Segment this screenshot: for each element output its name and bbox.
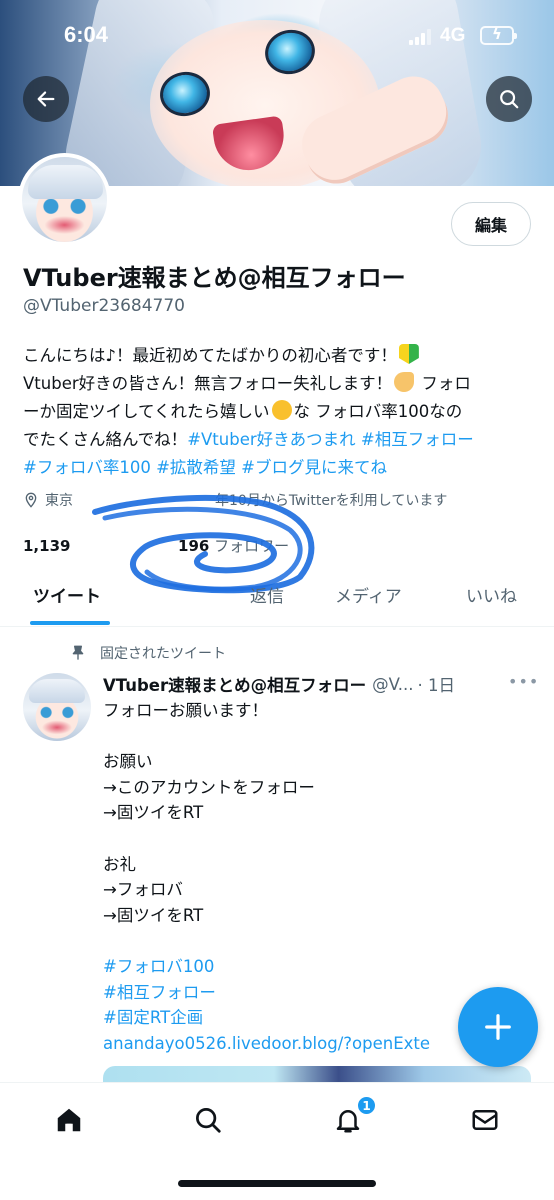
battery-charging-icon [480, 26, 517, 45]
tweet-line [103, 724, 533, 750]
nav-messages[interactable] [468, 1103, 502, 1137]
home-icon [57, 1108, 81, 1132]
tweet-time: · 1日 [417, 676, 456, 695]
pin-icon [72, 645, 84, 660]
bio-line-5: #フォロバ率100 #拡散希望 #ブログ見に来てね [23, 454, 533, 482]
location-pin-icon [25, 492, 37, 508]
tab-likes[interactable]: いいね [466, 582, 517, 607]
active-tab-indicator [30, 621, 110, 625]
tweet-line [103, 826, 533, 852]
tweet-line: →固ツイをRT [103, 803, 204, 823]
profile-handle: @VTuber23684770 [23, 296, 185, 316]
pointing-hand-icon [394, 372, 415, 392]
nav-home[interactable] [52, 1103, 86, 1137]
search-button[interactable] [486, 76, 532, 122]
tweet-author-avatar[interactable] [23, 673, 91, 741]
bio-line-3: ーか固定ツイしてくれたら嬉しいな フォロバ率100なの [23, 400, 463, 421]
tweet-line: お願い [103, 752, 153, 772]
tweet-hashtag[interactable]: #フォロバ100 [103, 954, 533, 980]
notification-badge: 1 [356, 1095, 377, 1116]
network-type: 4G [440, 25, 466, 46]
laughing-face-icon [271, 400, 292, 420]
beginner-mark-icon [398, 344, 419, 364]
tweet-author-name[interactable]: VTuber速報まとめ@相互フォロー [103, 672, 366, 696]
bio-line-1: こんにちは♪！最近初めてたばかりの初心者です！ [23, 342, 533, 370]
tweet-line [103, 928, 533, 954]
hashtag-link[interactable]: #ブログ見に来てね [241, 458, 387, 477]
tab-media[interactable]: メディア [335, 582, 402, 607]
back-button[interactable] [23, 76, 69, 122]
tab-replies[interactable]: 返信 [250, 582, 284, 607]
search-icon [500, 90, 519, 109]
hashtag-link[interactable]: #Vtuber好きあつまれ [187, 430, 355, 449]
home-indicator-bar[interactable] [178, 1180, 376, 1187]
tweet-line: →フォロバ [103, 880, 183, 900]
arrow-left-icon [37, 91, 55, 107]
mail-icon [472, 1110, 498, 1130]
profile-bio: こんにちは♪！最近初めてたばかりの初心者です！ Vtuber好きの皆さん！無言フ… [23, 342, 533, 482]
hashtag-link[interactable]: #フォロバ率100 [23, 458, 151, 477]
tweet-header: VTuber速報まとめ@相互フォロー @V... · 1日 [103, 672, 528, 696]
search-icon [196, 1108, 221, 1133]
tweet-line: フォローお願います！ [103, 701, 268, 720]
tweet-line: お礼 [103, 854, 136, 874]
tweet-author-handle[interactable]: @V... [372, 675, 413, 694]
edit-profile-button[interactable]: 編集 [451, 202, 531, 246]
hashtag-link[interactable]: #相互フォロー [361, 430, 474, 449]
status-bar: 6:04 4G [0, 0, 554, 70]
plus-icon [485, 1014, 511, 1040]
profile-display-name: VTuber速報まとめ@相互フォロー [23, 264, 406, 292]
compose-tweet-button[interactable] [458, 987, 538, 1067]
profile-joined-date: 年10月からTwitterを利用しています [215, 493, 448, 509]
profile-meta: 東京 年10月からTwitterを利用しています [23, 490, 447, 510]
nav-search[interactable] [191, 1103, 225, 1137]
tab-tweets[interactable]: ツイート [33, 582, 101, 607]
profile-location: 東京 [45, 493, 73, 509]
tweet-line: →このアカウントをフォロー [103, 777, 315, 797]
followers-link[interactable]: 196 フォロワー [178, 537, 289, 555]
profile-avatar[interactable] [18, 153, 111, 246]
status-time: 6:04 [64, 22, 109, 47]
bio-line-4: でたくさん絡んでね！#Vtuber好きあつまれ #相互フォロー [23, 430, 474, 449]
bio-line-2: Vtuber好きの皆さん！無言フォロー失礼します！ フォロ [23, 372, 471, 393]
more-options-icon[interactable]: ••• [508, 672, 539, 691]
follow-stats: 1,139 196 フォロワー [23, 535, 289, 556]
tweet-line: →固ツイをRT [103, 905, 204, 925]
pinned-label: 固定されたツイート [70, 643, 226, 663]
following-link[interactable]: 1,139 [23, 537, 70, 555]
signal-icon [409, 29, 431, 45]
hashtag-link[interactable]: #拡散希望 [156, 458, 236, 477]
profile-tabs: ツイート 返信 メディア いいね [0, 566, 554, 627]
